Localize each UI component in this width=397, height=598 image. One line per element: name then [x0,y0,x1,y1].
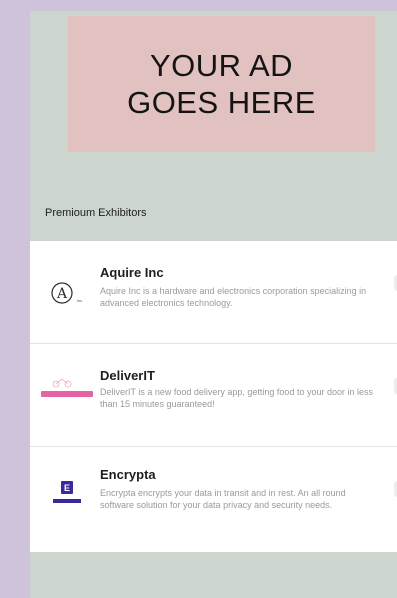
exhibitor-item-aquire[interactable]: A inc. Aquire Inc Aquire Inc is a hardwa… [30,241,397,344]
exhibitor-item-deliverit[interactable]: DeliverIT DeliverIT is a new food delive… [30,344,397,447]
exhibitor-list: A inc. Aquire Inc Aquire Inc is a hardwa… [30,241,397,552]
exhibitor-item-encrypta[interactable]: E Encrypta Encrypta encrypts your data i… [30,447,397,550]
deliverit-logo-icon [38,370,96,410]
encrypta-logo-icon: E [42,475,92,515]
aquire-logo-icon: A inc. [42,273,92,313]
app-screen: YOUR AD GOES HERE Premioum Exhibitors A … [30,11,397,598]
ad-banner-text: YOUR AD GOES HERE [127,48,316,120]
exhibitor-name: Encrypta [100,467,156,482]
exhibitor-name: Aquire Inc [100,265,164,280]
svg-text:E: E [64,483,70,493]
svg-text:inc.: inc. [77,298,83,303]
svg-text:A: A [56,286,68,302]
exhibitor-name: DeliverIT [100,368,155,383]
exhibitor-description: DeliverIT is a new food delivery app, ge… [100,387,373,409]
exhibitor-description: Encrypta encrypts your data in transit a… [100,488,346,510]
section-title: Premioum Exhibitors [45,207,147,219]
exhibitor-description: Aquire Inc is a hardware and electronics… [100,286,367,308]
ad-banner[interactable]: YOUR AD GOES HERE [68,16,375,152]
